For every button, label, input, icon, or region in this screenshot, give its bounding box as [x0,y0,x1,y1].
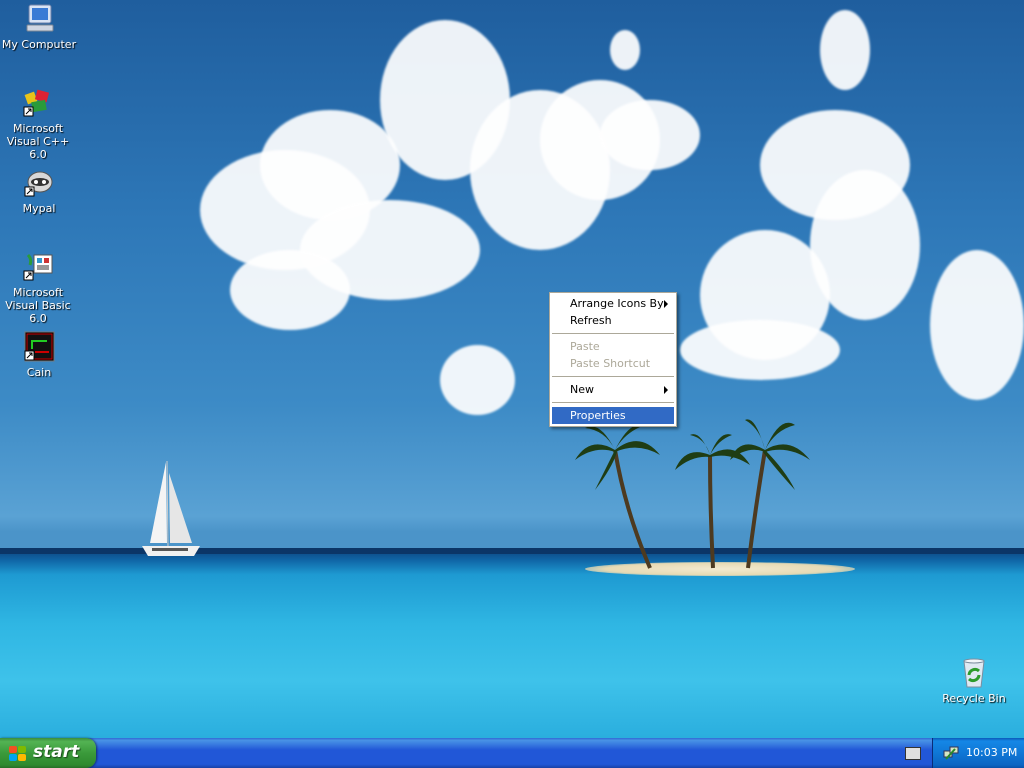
recycle-bin-icon [958,657,990,689]
wallpaper-palm-trees [575,419,810,569]
menu-item-paste: Paste [552,338,674,355]
desktop-icon-label: My Computer [1,38,77,51]
menu-item-label: Refresh [570,314,612,327]
submenu-arrow-icon [664,300,668,308]
visual-basic-icon [22,251,54,283]
visual-cpp-icon [22,87,54,119]
menu-separator [552,333,674,334]
desktop-context-menu: Arrange Icons By Refresh Paste Paste Sho… [549,292,677,427]
wallpaper-sea [0,548,1024,738]
menu-item-refresh[interactable]: Refresh [552,312,674,329]
desktop-icon-label: Cain [26,366,52,379]
windows-logo-icon [9,746,27,762]
my-computer-icon [23,3,55,35]
menu-item-label: Paste Shortcut [570,357,651,370]
desktop-icon-label: Recycle Bin [942,692,1006,705]
menu-item-label: Arrange Icons By [570,297,664,310]
start-label: start [33,742,80,762]
desktop-icon-label: Microsoft Visual Basic 6.0 [5,286,71,325]
wallpaper-cloud [610,30,640,70]
menu-separator [552,402,674,403]
menu-item-label: New [570,383,594,396]
desktop-icon-visual-basic[interactable]: Microsoft Visual Basic 6.0 [0,251,78,325]
wallpaper-cloud [820,10,870,90]
keyboard-icon[interactable] [905,747,921,760]
menu-item-new[interactable]: New [552,381,674,398]
wallpaper-cloud [600,100,700,170]
desktop-icon-mypal[interactable]: Mypal [0,167,79,215]
wallpaper-sailboat [142,460,200,556]
submenu-arrow-icon [664,386,668,394]
mypal-icon [23,167,55,199]
desktop-icon-my-computer[interactable]: My Computer [0,3,79,51]
wallpaper-cloud [680,320,840,380]
cain-icon [23,331,55,363]
desktop[interactable]: My Computer Microsoft Visual C++ 6.0 Myp [0,0,1024,738]
menu-item-label: Properties [570,409,626,422]
menu-item-paste-shortcut: Paste Shortcut [552,355,674,372]
network-icon[interactable] [943,745,959,761]
wallpaper-cloud [930,250,1024,400]
desktop-icon-recycle-bin[interactable]: Recycle Bin [934,657,1014,705]
menu-separator [552,376,674,377]
clock[interactable]: 10:03 PM [966,746,1017,759]
menu-item-properties[interactable]: Properties [552,407,674,424]
desktop-icon-visual-cpp[interactable]: Microsoft Visual C++ 6.0 [0,87,78,161]
menu-item-label: Paste [570,340,600,353]
wallpaper-cloud [440,345,515,415]
menu-item-arrange-icons-by[interactable]: Arrange Icons By [552,295,674,312]
desktop-icon-label: Mypal [22,202,56,215]
taskbar: start 10:03 PM [0,738,1024,768]
desktop-icon-label: Microsoft Visual C++ 6.0 [6,122,70,161]
desktop-icon-cain[interactable]: Cain [0,331,79,379]
start-button[interactable]: start [0,738,96,768]
system-tray: 10:03 PM [932,738,1024,768]
wallpaper-cloud [230,250,350,330]
